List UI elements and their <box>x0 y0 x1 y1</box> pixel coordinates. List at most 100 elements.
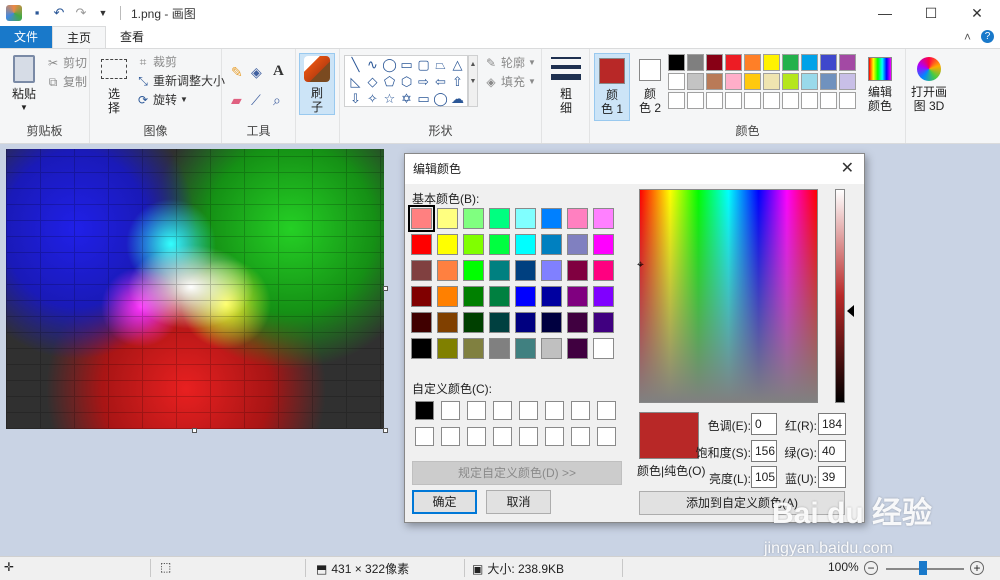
custom-color-swatch[interactable] <box>597 401 616 420</box>
canvas-image[interactable] <box>6 149 384 429</box>
outline-button[interactable]: ✎ 轮廓 ▼ <box>484 54 536 72</box>
basic-color-swatch[interactable] <box>437 338 458 359</box>
basic-color-swatch[interactable] <box>515 260 536 281</box>
tab-home[interactable]: 主页 <box>52 26 107 48</box>
basic-color-swatch[interactable] <box>489 312 510 333</box>
cut-button[interactable]: ✂ 剪切 <box>46 54 87 72</box>
hexagon-shape-icon[interactable]: ⬡ <box>398 73 415 90</box>
palette-swatch[interactable] <box>839 92 856 109</box>
basic-color-swatch[interactable] <box>567 260 588 281</box>
basic-color-swatch[interactable] <box>567 312 588 333</box>
rectangle-shape-icon[interactable]: ▭ <box>398 56 415 73</box>
basic-color-swatch[interactable] <box>489 260 510 281</box>
luminosity-slider[interactable] <box>835 189 845 403</box>
ok-button[interactable]: 确定 <box>412 490 477 514</box>
curve-shape-icon[interactable]: ∿ <box>364 56 381 73</box>
basic-color-swatch[interactable] <box>593 312 614 333</box>
red-field[interactable]: 184 <box>818 413 846 435</box>
resize-handle-bottom[interactable] <box>192 428 197 433</box>
palette-swatch[interactable] <box>782 54 799 71</box>
close-button[interactable]: ✕ <box>954 0 1000 26</box>
palette-swatch[interactable] <box>801 73 818 90</box>
basic-color-swatch[interactable] <box>567 234 588 255</box>
crop-button[interactable]: ⌗ 裁剪 <box>136 53 177 71</box>
edit-colors-button[interactable]: 编辑 颜色 <box>862 53 898 113</box>
basic-color-swatch[interactable] <box>489 208 510 229</box>
custom-color-swatch[interactable] <box>519 427 538 446</box>
palette-swatch[interactable] <box>706 92 723 109</box>
palette-swatch[interactable] <box>687 73 704 90</box>
cancel-button[interactable]: 取消 <box>486 490 551 514</box>
tab-view[interactable]: 查看 <box>106 26 158 48</box>
diamond-shape-icon[interactable]: ◇ <box>364 73 381 90</box>
custom-color-swatch[interactable] <box>597 427 616 446</box>
basic-color-swatch[interactable] <box>567 286 588 307</box>
line-shape-icon[interactable]: ╲ <box>347 56 364 73</box>
rounded-rectangle-shape-icon[interactable]: ▢ <box>415 56 432 73</box>
custom-color-swatch[interactable] <box>415 427 434 446</box>
basic-color-swatch[interactable] <box>489 286 510 307</box>
basic-color-swatch[interactable] <box>437 260 458 281</box>
resize-button[interactable]: ⤡ 重新调整大小 <box>136 72 225 90</box>
custom-color-swatch[interactable] <box>571 401 590 420</box>
fill-bucket-icon[interactable]: ◈ <box>251 63 262 81</box>
resize-handle-right[interactable] <box>383 286 388 291</box>
undo-icon[interactable]: ↶ <box>51 5 67 21</box>
basic-color-swatch[interactable] <box>437 208 458 229</box>
save-icon[interactable]: ▪ <box>29 5 45 21</box>
basic-color-swatch[interactable] <box>437 234 458 255</box>
palette-swatch[interactable] <box>801 54 818 71</box>
right-arrow-shape-icon[interactable]: ⇨ <box>415 73 432 90</box>
basic-color-swatch[interactable] <box>463 312 484 333</box>
triangle-shape-icon[interactable]: △ <box>449 56 466 73</box>
four-point-star-shape-icon[interactable]: ✧ <box>364 90 381 107</box>
color-spectrum[interactable] <box>639 189 818 403</box>
left-arrow-shape-icon[interactable]: ⇦ <box>432 73 449 90</box>
custom-color-swatch[interactable] <box>441 427 460 446</box>
zoom-out-button[interactable]: − <box>864 561 878 575</box>
pencil-icon[interactable]: ✎ <box>231 63 243 81</box>
basic-color-swatch[interactable] <box>411 286 432 307</box>
custom-color-swatch[interactable] <box>441 401 460 420</box>
palette-swatch[interactable] <box>782 92 799 109</box>
basic-color-swatch[interactable] <box>541 338 562 359</box>
basic-color-swatch[interactable] <box>463 208 484 229</box>
custom-color-swatch[interactable] <box>415 401 434 420</box>
collapse-ribbon-icon[interactable]: ˄ <box>964 26 971 48</box>
basic-color-swatch[interactable] <box>541 208 562 229</box>
basic-color-swatch[interactable] <box>593 338 614 359</box>
rect-callout-shape-icon[interactable]: ▭ <box>415 90 432 107</box>
up-arrow-shape-icon[interactable]: ⇧ <box>449 73 466 90</box>
custom-color-swatch[interactable] <box>545 427 564 446</box>
palette-swatch[interactable] <box>820 73 837 90</box>
palette-swatch[interactable] <box>839 54 856 71</box>
custom-color-swatch[interactable] <box>545 401 564 420</box>
palette-swatch[interactable] <box>744 92 761 109</box>
palette-swatch[interactable] <box>801 92 818 109</box>
basic-color-swatch[interactable] <box>411 338 432 359</box>
fill-button[interactable]: ◈ 填充 ▼ <box>484 73 536 91</box>
oval-callout-shape-icon[interactable]: ◯ <box>432 90 449 107</box>
basic-color-swatch[interactable] <box>515 286 536 307</box>
basic-color-swatch[interactable] <box>515 338 536 359</box>
basic-color-swatch[interactable] <box>463 338 484 359</box>
basic-color-swatch[interactable] <box>515 234 536 255</box>
basic-color-swatch[interactable] <box>411 234 432 255</box>
basic-color-swatch[interactable] <box>463 260 484 281</box>
open-paint3d-button[interactable]: 打开画 图 3D <box>906 53 952 113</box>
basic-color-swatch[interactable] <box>593 260 614 281</box>
custom-color-swatch[interactable] <box>493 401 512 420</box>
color-picker-icon[interactable]: ⟋ <box>251 91 261 109</box>
palette-swatch[interactable] <box>763 54 780 71</box>
zoom-in-button[interactable]: + <box>970 561 984 575</box>
palette-swatch[interactable] <box>820 92 837 109</box>
oval-shape-icon[interactable]: ◯ <box>381 56 398 73</box>
help-icon[interactable]: ? <box>981 30 994 43</box>
custom-color-swatch[interactable] <box>571 427 590 446</box>
basic-color-swatch[interactable] <box>515 312 536 333</box>
customize-quick-access-icon[interactable]: ▼ <box>95 5 111 21</box>
text-tool-icon[interactable]: A <box>273 62 284 80</box>
palette-swatch[interactable] <box>668 92 685 109</box>
palette-swatch[interactable] <box>763 92 780 109</box>
basic-color-swatch[interactable] <box>408 205 435 232</box>
